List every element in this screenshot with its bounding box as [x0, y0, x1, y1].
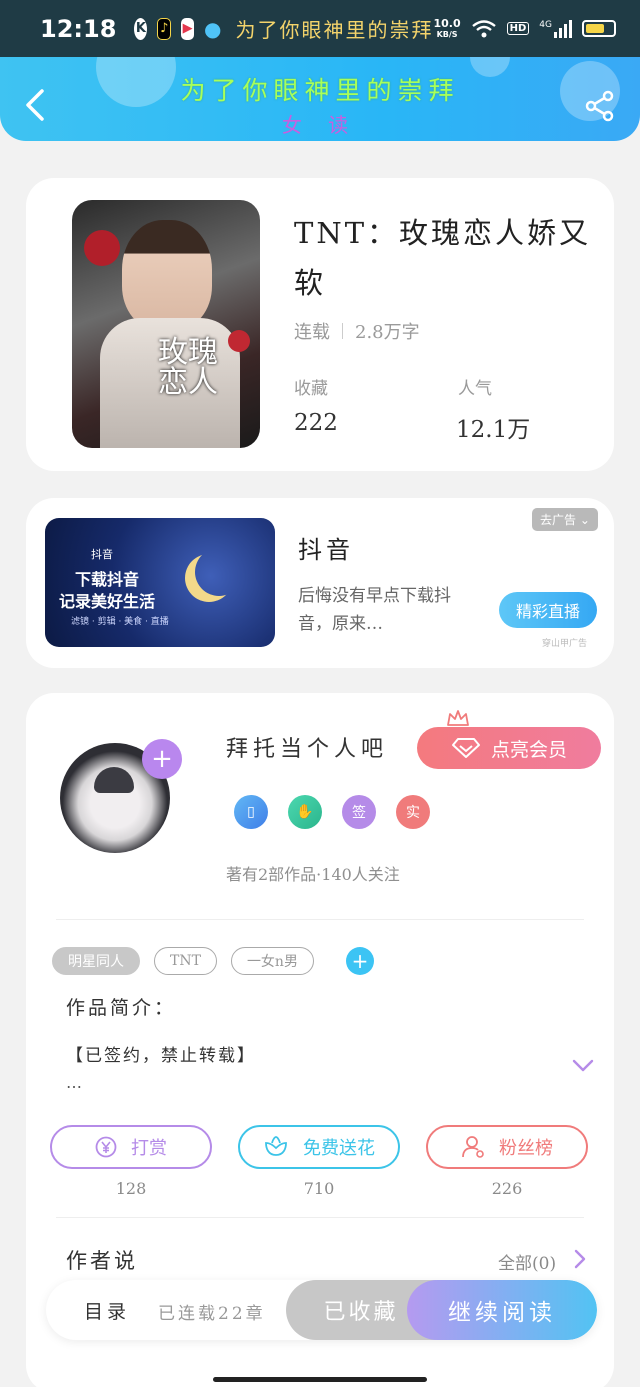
status-indicators: 10.0 KB/S HD 4G — [433, 18, 616, 40]
book-tags: 明星同人 TNT 一女n男 + — [52, 947, 374, 975]
ad-image[interactable]: 抖音 下载抖音 记录美好生活 滤镜 · 剪辑 · 美食 · 直播 — [45, 518, 275, 647]
divider — [56, 1217, 584, 1218]
fan-ranking-button[interactable]: 粉丝榜 — [426, 1125, 588, 1169]
chapter-progress: 已连载22章 — [158, 1304, 266, 1324]
ad-image-brand: 抖音 — [91, 548, 113, 561]
follow-author-button[interactable]: + — [142, 739, 182, 779]
author-badges: ▯ ✋ 签 实 — [234, 795, 430, 829]
tag-item[interactable]: 明星同人 — [52, 947, 140, 975]
cover-title: 玫瑰恋人 — [158, 335, 218, 400]
share-icon[interactable] — [584, 90, 616, 122]
diamond-icon — [451, 738, 480, 758]
ad-cta-button[interactable]: 精彩直播 — [499, 592, 597, 628]
kugou-app-icon: K — [134, 17, 148, 40]
network-speed: 10.0 KB/S — [433, 18, 460, 40]
add-tag-button[interactable]: + — [345, 947, 374, 975]
fan-ranking-count: 226 — [491, 1179, 523, 1198]
battery-icon — [582, 20, 616, 37]
network-type: 4G — [539, 19, 552, 30]
header-title: 为了你眼神里的崇拜 — [180, 76, 460, 105]
collect-value: 222 — [294, 410, 338, 436]
remove-ad-button[interactable]: 去广告 ⌄ — [532, 508, 598, 531]
chevron-down-icon[interactable] — [572, 1059, 594, 1073]
author-says-all-link[interactable]: 全部(0) — [498, 1249, 556, 1274]
ad-image-line2: 记录美好生活 — [59, 592, 156, 611]
bottom-action-bar: 目录 已连载22章 已收藏 继续阅读 — [46, 1280, 597, 1340]
hd-icon: HD — [506, 22, 530, 35]
crown-icon — [447, 710, 469, 726]
action-buttons: 打赏 免费送花 粉丝榜 — [50, 1125, 588, 1169]
flower-icon — [265, 1136, 287, 1156]
fan-ranking-label: 粉丝榜 — [499, 1138, 553, 1159]
book-header: 为了你眼神里的崇拜 女 读 — [0, 57, 640, 141]
send-flower-label: 免费送花 — [303, 1138, 375, 1159]
speed-unit: KB/S — [436, 29, 458, 39]
handshake-icon: ✋ — [288, 795, 322, 829]
author-says-heading: 作者说 — [66, 1249, 138, 1273]
speed-value: 10.0 — [433, 16, 461, 30]
reward-button[interactable]: 打赏 — [50, 1125, 212, 1169]
book-info-card: 玫瑰恋人 TNT：玫瑰恋人娇又软 连载 2.8万字 收藏 222 人气 12.1… — [26, 178, 614, 471]
status-bar: 12:18 K ♪ ▶ ● 为了你眼神里的崇拜 10.0 KB/S HD 4G — [0, 0, 640, 57]
douyin-app-icon: ♪ — [157, 17, 172, 40]
qq-app-icon: ● — [204, 16, 222, 41]
ad-title: 抖音 — [298, 536, 354, 564]
verified-badge-icon: 实 — [396, 795, 430, 829]
user-icon — [462, 1136, 484, 1158]
reward-count: 128 — [115, 1179, 147, 1198]
ad-source: 穿山甲广告 — [542, 639, 588, 649]
signed-badge-icon: 签 — [342, 795, 376, 829]
collect-label: 收藏 — [294, 379, 328, 399]
intro-heading: 作品简介： — [66, 997, 177, 1019]
home-indicator[interactable] — [213, 1377, 427, 1382]
book-meta: 连载 2.8万字 — [294, 318, 420, 344]
author-stats: 著有2部作品·140人关注 — [226, 865, 400, 884]
book-status: 连载 — [294, 322, 330, 343]
status-time: 12:18 — [40, 14, 117, 43]
intro-ellipsis: … — [66, 1073, 82, 1092]
tag-item[interactable]: 一女n男 — [230, 947, 314, 975]
book-word-count: 2.8万字 — [355, 322, 420, 343]
wifi-icon — [471, 19, 496, 37]
signal-icon: 4G — [539, 19, 572, 38]
flower-count: 710 — [303, 1179, 335, 1198]
chevron-right-icon[interactable] — [574, 1249, 586, 1269]
yuan-icon — [95, 1136, 117, 1158]
book-title: TNT：玫瑰恋人娇又软 — [294, 216, 592, 300]
reward-label: 打赏 — [131, 1138, 167, 1159]
tag-item[interactable]: TNT — [154, 947, 217, 975]
continue-reading-button[interactable]: 继续阅读 — [407, 1280, 597, 1340]
ad-description: 后悔没有早点下载抖音，原来… — [298, 586, 451, 634]
vip-label: 点亮会员 — [490, 738, 567, 761]
popularity-label: 人气 — [458, 379, 492, 399]
catalog-button[interactable]: 目录 — [84, 1297, 130, 1324]
send-flower-button[interactable]: 免费送花 — [238, 1125, 400, 1169]
ad-image-line3: 滤镜 · 剪辑 · 美食 · 直播 — [71, 617, 169, 627]
ad-image-line1: 下载抖音 — [75, 570, 140, 589]
video-app-icon: ▶ — [181, 17, 195, 40]
intro-text: 【已签约，禁止转载】 — [66, 1046, 256, 1066]
ad-card[interactable]: 抖音 下载抖音 记录美好生活 滤镜 · 剪辑 · 美食 · 直播 抖音 后悔没有… — [26, 498, 614, 668]
author-name: 拜托当个人吧 — [226, 737, 389, 762]
header-subtitle: 女 读 — [281, 113, 359, 137]
popularity-value: 12.1万 — [456, 417, 531, 443]
phone-icon: ▯ — [234, 795, 268, 829]
status-marquee: 为了你眼神里的崇拜 — [235, 18, 434, 42]
divider — [56, 919, 584, 920]
book-cover[interactable]: 玫瑰恋人 — [72, 200, 260, 448]
vip-button[interactable]: 点亮会员 — [417, 727, 601, 769]
